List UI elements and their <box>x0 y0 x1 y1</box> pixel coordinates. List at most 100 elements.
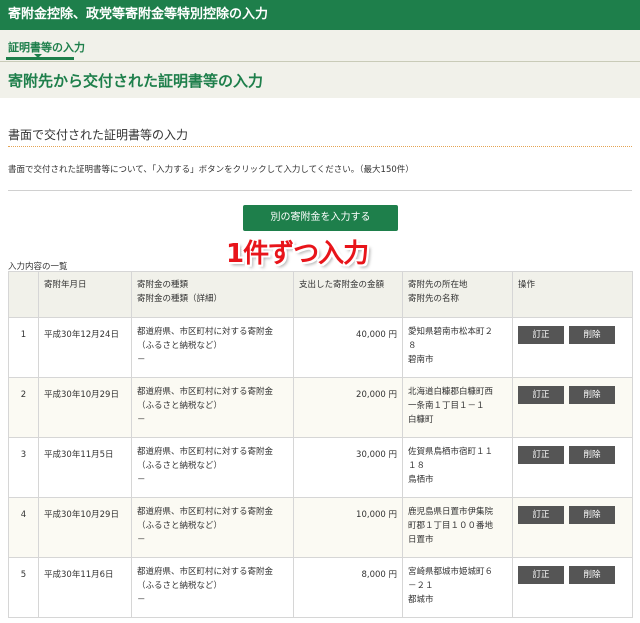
row-address-line2: 一条南１丁目１－１ <box>408 401 485 411</box>
subheading: 書面で交付された証明書等の入力 <box>8 128 189 142</box>
row-date: 平成30年10月29日 <box>38 497 132 558</box>
row-address-line1: 鹿児島県日置市伊集院 <box>408 507 494 517</box>
row-amount: 40,000 円 <box>293 317 403 378</box>
row-address-line2: ８ <box>408 341 417 351</box>
row-recipient-name: 碧南市 <box>408 355 434 365</box>
section-header: 寄附先から交付された証明書等の入力 <box>0 62 640 98</box>
row-ops: 訂正 削除 <box>512 317 633 378</box>
edit-button[interactable]: 訂正 <box>518 566 564 584</box>
header-amount: 支出した寄附金の金額 <box>293 271 403 318</box>
annotation-overlay: 1件ずつ入力 <box>226 239 369 269</box>
row-ops: 訂正 削除 <box>512 377 633 438</box>
header-address: 寄附先の所在地 寄附先の名称 <box>402 271 513 318</box>
edit-button[interactable]: 訂正 <box>518 326 564 344</box>
row-num: 1 <box>8 317 39 378</box>
row-type-extra: － <box>137 355 146 365</box>
row-ops: 訂正 削除 <box>512 557 633 618</box>
page-header-title: 寄附金控除、政党等寄附金等特別控除の入力 <box>8 7 269 22</box>
row-date: 平成30年11月6日 <box>38 557 132 618</box>
row-type-line: 都道府県、市区町村に対する寄附金 <box>137 567 274 577</box>
table-row: 5 平成30年11月6日 都道府県、市区町村に対する寄附金 （ふるさと納税など） － 8,… <box>8 557 633 618</box>
row-type: 都道府県、市区町村に対する寄附金 （ふるさと納税など） － <box>131 497 294 558</box>
row-type: 都道府県、市区町村に対する寄附金 （ふるさと納税など） － <box>131 557 294 618</box>
description-text: 書面で交付された証明書等について、「入力する」ボタンをクリックして入力してくださ… <box>8 165 414 175</box>
table-row: 1 平成30年12月24日 都道府県、市区町村に対する寄附金 （ふるさと納税など） － 4… <box>8 317 633 378</box>
row-amount: 30,000 円 <box>293 437 403 498</box>
donation-table: 寄附年月日 寄附金の種類 寄附金の種類（詳細） 支出した寄附金の金額 寄附先の所… <box>8 271 633 618</box>
row-num: 5 <box>8 557 39 618</box>
row-recipient-name: 都城市 <box>408 595 434 605</box>
delete-button[interactable]: 削除 <box>569 446 615 464</box>
row-num: 3 <box>8 437 39 498</box>
header-date: 寄附年月日 <box>38 271 132 318</box>
row-address-line2: －２１ <box>408 581 434 591</box>
row-amount: 10,000 円 <box>293 497 403 558</box>
table-row: 4 平成30年10月29日 都道府県、市区町村に対する寄附金 （ふるさと納税など） － 1… <box>8 497 633 558</box>
row-type-extra: － <box>137 415 146 425</box>
row-address: 佐賀県鳥栖市宿町１１ １８ 鳥栖市 <box>402 437 513 498</box>
page-header: 寄附金控除、政党等寄附金等特別控除の入力 <box>0 0 640 30</box>
row-recipient-name: 鳥栖市 <box>408 475 434 485</box>
row-address: 愛知県碧南市松本町２ ８ 碧南市 <box>402 317 513 378</box>
row-address-line1: 愛知県碧南市松本町２ <box>408 327 494 337</box>
table-body: 1 平成30年12月24日 都道府県、市区町村に対する寄附金 （ふるさと納税など）－ 4… <box>8 317 633 618</box>
row-amount: 20,000 円 <box>293 377 403 438</box>
delete-button[interactable]: 削除 <box>569 326 615 344</box>
row-date: 平成30年10月29日 <box>38 377 132 438</box>
row-type-line: 都道府県、市区町村に対する寄附金 <box>137 507 274 517</box>
row-recipient-name: 日置市 <box>408 535 434 545</box>
row-type-extra: － <box>137 595 146 605</box>
row-recipient-name: 白糠町 <box>408 415 434 425</box>
row-type-detail: （ふるさと納税など） <box>137 581 223 591</box>
dotted-divider <box>8 146 632 147</box>
tab-bar: 証明書等の入力 <box>0 30 640 62</box>
row-type: 都道府県、市区町村に対する寄附金 （ふるさと納税など） － <box>131 377 294 438</box>
row-amount: 8,000 円 <box>293 557 403 618</box>
row-type-detail: （ふるさと納税など） <box>137 521 223 531</box>
row-address-line2: １８ <box>408 461 426 471</box>
header-type: 寄附金の種類 寄附金の種類（詳細） <box>131 271 294 318</box>
row-type-line: 都道府県、市区町村に対する寄附金 <box>137 387 274 397</box>
row-address-line2: 町郡１丁目１００番地 <box>408 521 494 531</box>
row-address: 鹿児島県日置市伊集院 町郡１丁目１００番地 日置市 <box>402 497 513 558</box>
delete-button[interactable]: 削除 <box>569 506 615 524</box>
table-row: 2 平成30年10月29日 都道府県、市区町村に対する寄附金 （ふるさと納税など） － 2… <box>8 377 633 438</box>
row-address: 北海道白糠郡白糠町西 一条南１丁目１－１ 白糠町 <box>402 377 513 438</box>
row-address-line1: 北海道白糠郡白糠町西 <box>408 387 494 397</box>
delete-button[interactable]: 削除 <box>569 566 615 584</box>
row-address: 宮崎県都城市姫城町６ －２１ 都城市 <box>402 557 513 618</box>
header-ops: 操作 <box>512 271 633 318</box>
header-address-label: 寄附先の所在地 <box>408 280 468 290</box>
row-num: 4 <box>8 497 39 558</box>
row-type: 都道府県、市区町村に対する寄附金 （ふるさと納税など） － <box>131 317 294 378</box>
edit-button[interactable]: 訂正 <box>518 386 564 404</box>
delete-button[interactable]: 削除 <box>569 386 615 404</box>
row-address-line1: 佐賀県鳥栖市宿町１１ <box>408 447 494 457</box>
row-ops: 訂正 削除 <box>512 437 633 498</box>
row-type-detail: （ふるさと納税など） <box>137 341 223 351</box>
row-type-extra: － <box>137 535 146 545</box>
row-type-line: 都道府県、市区町村に対する寄附金 <box>137 447 274 457</box>
header-name-label: 寄附先の名称 <box>408 294 460 304</box>
row-ops: 訂正 削除 <box>512 497 633 558</box>
row-address-line1: 宮崎県都城市姫城町６ <box>408 567 494 577</box>
edit-button[interactable]: 訂正 <box>518 446 564 464</box>
row-type-line: 都道府県、市区町村に対する寄附金 <box>137 327 274 337</box>
divider <box>8 190 632 191</box>
row-type: 都道府県、市区町村に対する寄附金 （ふるさと納税など） － <box>131 437 294 498</box>
row-type-detail: （ふるさと納税など） <box>137 401 223 411</box>
row-type-detail: （ふるさと納税など） <box>137 461 223 471</box>
section-title: 寄附先から交付された証明書等の入力 <box>8 72 264 90</box>
table-header-row: 寄附年月日 寄附金の種類 寄附金の種類（詳細） 支出した寄附金の金額 寄附先の所… <box>8 271 633 318</box>
header-num <box>8 271 39 318</box>
add-donation-button[interactable]: 別の寄附金を入力する <box>243 205 398 231</box>
row-date: 平成30年12月24日 <box>38 317 132 378</box>
header-type-label: 寄附金の種類 <box>137 280 189 290</box>
tab-certificate-input[interactable]: 証明書等の入力 <box>8 39 85 55</box>
edit-button[interactable]: 訂正 <box>518 506 564 524</box>
row-num: 2 <box>8 377 39 438</box>
row-date: 平成30年11月5日 <box>38 437 132 498</box>
row-type-extra: － <box>137 475 146 485</box>
table-row: 3 平成30年11月5日 都道府県、市区町村に対する寄附金 （ふるさと納税など） － 30… <box>8 437 633 498</box>
tab-active-underline <box>6 57 74 60</box>
